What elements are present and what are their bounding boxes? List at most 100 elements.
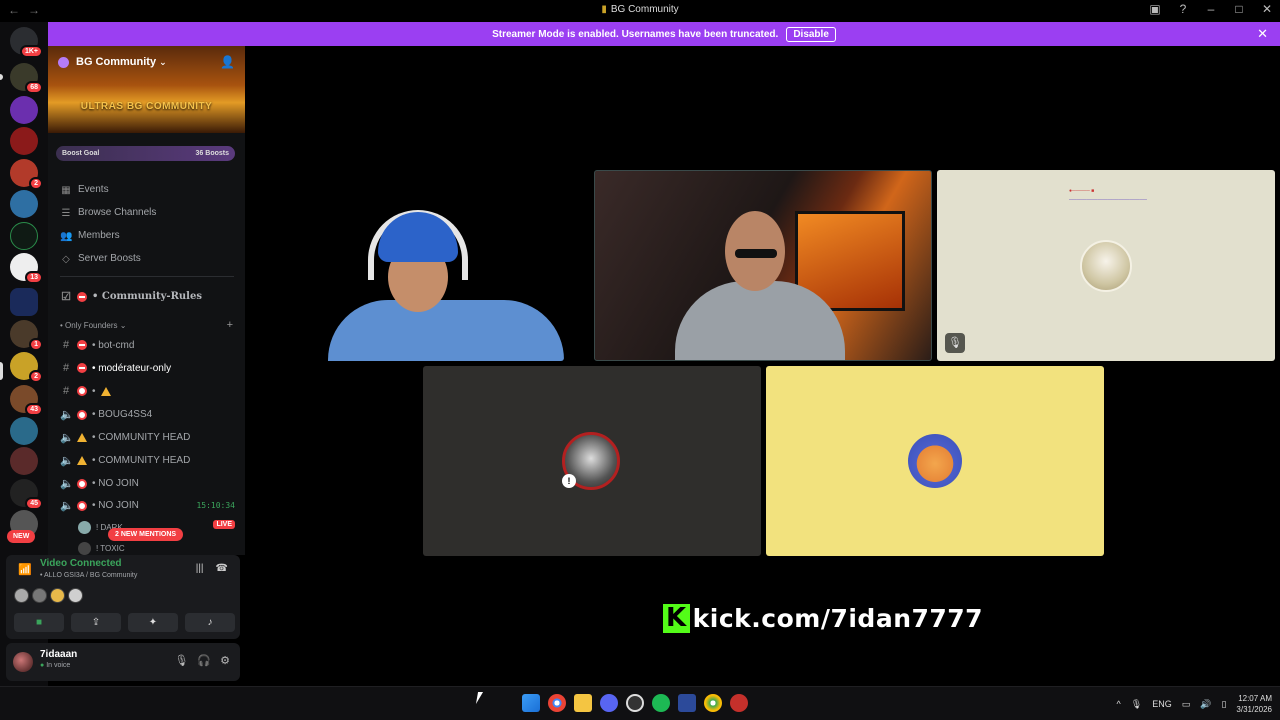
username[interactable]: 7idaaan	[40, 649, 77, 660]
close-icon[interactable]: ✕	[1260, 2, 1274, 16]
file-explorer-icon[interactable]	[574, 694, 592, 712]
speaker-icon: 🔈	[60, 478, 74, 490]
settings-icon[interactable]: ⚙	[220, 654, 230, 667]
minimize-icon[interactable]: –	[1204, 2, 1218, 16]
avatar[interactable]	[32, 588, 47, 603]
chrome-icon[interactable]	[704, 694, 722, 712]
server-icon[interactable]	[10, 222, 38, 250]
help-icon[interactable]: ?	[1176, 2, 1190, 16]
channel-bot-cmd[interactable]: # • bot-cmd	[60, 339, 134, 351]
server-icon[interactable]: 43	[10, 385, 43, 416]
chevron-up-icon[interactable]: ^	[1117, 699, 1121, 709]
channel-warning[interactable]: # •	[60, 385, 111, 397]
inbox-icon[interactable]: ▣	[1148, 2, 1162, 16]
volume-icon[interactable]: 🔊	[1200, 699, 1211, 710]
server-icon[interactable]: 2	[10, 352, 43, 383]
boost-goal-bar[interactable]: Boost Goal 36 Boosts	[56, 146, 235, 161]
direct-messages-icon[interactable]: 1K+	[10, 27, 43, 58]
folder-icon[interactable]	[10, 288, 38, 316]
video-tile[interactable]	[766, 366, 1104, 556]
server-icon[interactable]: 2	[10, 159, 43, 190]
add-channel-icon[interactable]: +	[227, 319, 233, 331]
clock[interactable]: 12:07 AM 3/31/2026	[1236, 693, 1272, 715]
screen-share-button[interactable]: ⇪	[71, 613, 121, 632]
server-icon[interactable]	[10, 417, 38, 445]
app-icon[interactable]	[678, 694, 696, 712]
server-icon[interactable]: 1	[10, 320, 43, 351]
avatar[interactable]	[50, 588, 65, 603]
microphone-icon[interactable]: 🎙	[1131, 699, 1142, 710]
voice-status[interactable]: Video Connected	[40, 558, 122, 569]
guild-name[interactable]: BG Community ⌄	[76, 56, 167, 68]
nav-events[interactable]: ▦ Events	[60, 184, 108, 196]
alert-icon: !	[562, 474, 576, 488]
list-icon: ☰	[61, 207, 71, 219]
noise-suppression-icon[interactable]: |||	[196, 563, 204, 574]
activities-button[interactable]: ✦	[128, 613, 178, 632]
video-tile[interactable]: !	[423, 366, 761, 556]
battery-icon[interactable]: ▯	[1221, 699, 1226, 710]
server-badge: 1	[29, 338, 43, 351]
server-icon[interactable]	[10, 190, 38, 218]
nav-server-boosts[interactable]: ◇ Server Boosts	[60, 253, 141, 265]
network-icon[interactable]: ▭	[1182, 699, 1191, 710]
new-mentions-pill[interactable]: 2 NEW MENTIONS	[108, 528, 184, 541]
participant-avatars	[14, 588, 83, 603]
server-badge: 68	[25, 81, 43, 94]
voice-channel-community-head[interactable]: 🔈 • COMMUNITY HEAD	[60, 431, 190, 444]
window-title: ▮ BG Community	[601, 4, 679, 15]
headphones-icon[interactable]: 🎧	[197, 654, 211, 667]
warning-icon	[77, 456, 87, 465]
language[interactable]: ENG	[1152, 699, 1172, 709]
soundboard-button[interactable]: ♪	[185, 613, 235, 632]
disable-button[interactable]: Disable	[786, 26, 836, 42]
voice-location[interactable]: • ALLO GSI3A / BG Community	[40, 572, 137, 579]
new-badge[interactable]: NEW	[7, 530, 36, 543]
camera-button[interactable]: ■	[14, 613, 64, 632]
discord-icon[interactable]	[600, 694, 618, 712]
date: 3/31/2026	[1236, 705, 1272, 714]
server-icon[interactable]: 68	[10, 63, 43, 94]
avatar	[78, 542, 91, 555]
video-tile[interactable]	[318, 170, 564, 361]
server-icon[interactable]: 45	[10, 479, 43, 510]
add-member-icon[interactable]: 👤	[220, 55, 235, 69]
nav-members[interactable]: 👥 Members	[60, 230, 120, 242]
chrome-icon[interactable]	[548, 694, 566, 712]
channel-moderateur-only[interactable]: # • modérateur-only	[60, 362, 171, 374]
avatar[interactable]	[13, 652, 33, 672]
boost-count: 36 Boosts	[195, 150, 229, 157]
spotify-icon[interactable]	[652, 694, 670, 712]
hash-icon: #	[62, 339, 70, 351]
start-icon[interactable]	[522, 694, 540, 712]
voice-channel-boug4ss4[interactable]: 🔈 • BOUG4SS4	[60, 408, 152, 421]
voice-channel-no-join[interactable]: 🔈 • NO JOIN	[60, 477, 139, 490]
nav-browse-channels[interactable]: ☰ Browse Channels	[60, 207, 157, 219]
server-icon[interactable]	[10, 127, 38, 155]
channel-rules[interactable]: ☑ • Community-Rules	[60, 290, 202, 303]
maximize-icon[interactable]: □	[1232, 2, 1246, 16]
boost-icon: ◇	[62, 253, 70, 265]
voice-channel-community-head[interactable]: 🔈 • COMMUNITY HEAD	[60, 454, 190, 467]
server-icon: ▮	[601, 4, 607, 15]
user-panel: 7idaaan ● In voice 🎙 🎧 ⚙	[6, 643, 240, 681]
signal-icon[interactable]: 📶	[18, 563, 32, 576]
server-icon[interactable]: 13	[10, 253, 43, 284]
avatar[interactable]	[14, 588, 29, 603]
overlay-chat: ●───── ■ ──────────────────────	[1069, 188, 1147, 203]
banner-close-icon[interactable]: ✕	[1257, 26, 1268, 42]
video-tile[interactable]	[594, 170, 932, 361]
video-tile[interactable]: ●───── ■ ────────────────────── 🎙	[937, 170, 1275, 361]
guild-banner: BG Community ⌄ 👤 ULTRAS BG COMMUNITY	[48, 46, 245, 133]
microphone-icon[interactable]: 🎙	[174, 654, 188, 667]
category-only-founders[interactable]: • Only Founders ⌄	[60, 321, 126, 330]
server-icon[interactable]	[10, 96, 38, 124]
avatar[interactable]	[68, 588, 83, 603]
app-icon[interactable]	[626, 694, 644, 712]
server-icon[interactable]	[10, 447, 38, 475]
live-badge: LIVE	[213, 520, 235, 529]
youtube-icon[interactable]	[730, 694, 748, 712]
voice-user[interactable]: ! TOXIC	[78, 542, 125, 555]
disconnect-icon[interactable]: ☎	[216, 563, 228, 574]
voice-channel-no-join-active[interactable]: 🔈 • NO JOIN	[60, 499, 139, 512]
